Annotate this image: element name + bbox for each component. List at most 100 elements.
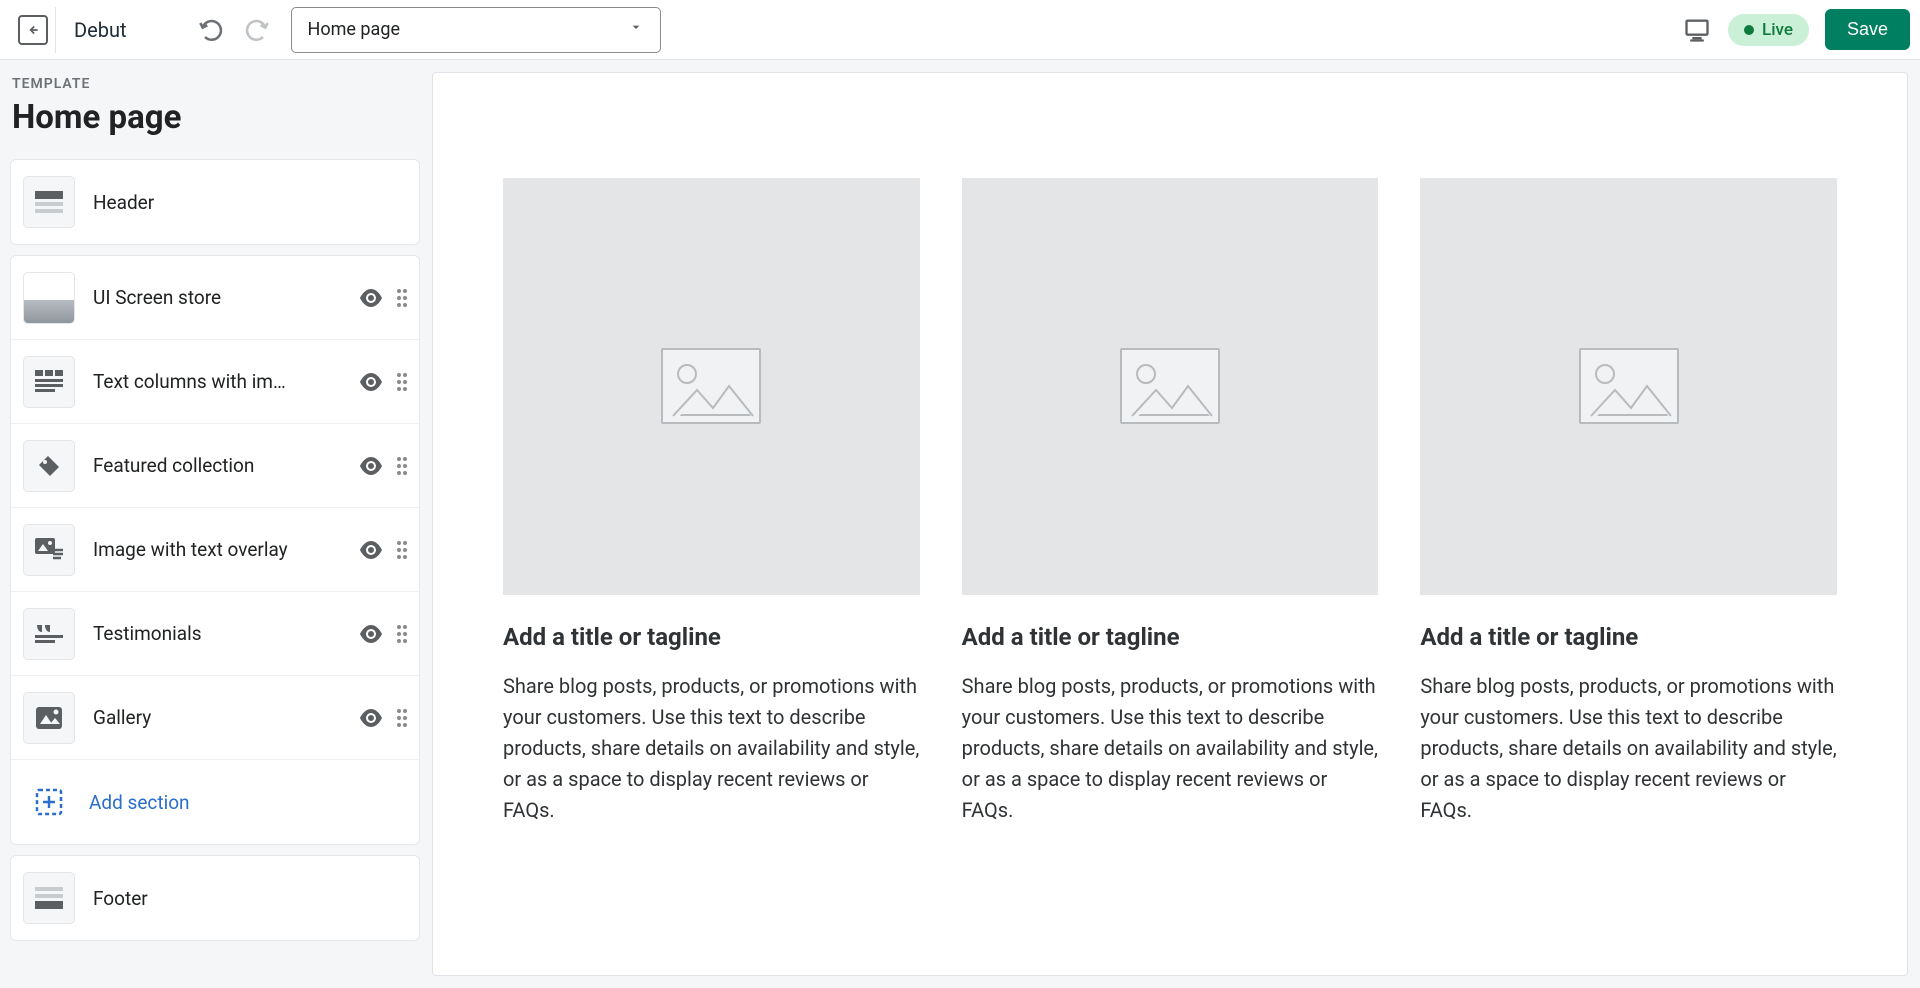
section-row-featured-collection[interactable]: Featured collection <box>11 424 419 508</box>
eye-icon <box>359 373 383 391</box>
drag-dots-icon <box>397 457 407 475</box>
placeholder-image <box>962 178 1379 595</box>
undo-icon <box>198 16 226 44</box>
drag-dots-icon <box>397 373 407 391</box>
placeholder-image <box>1420 178 1837 595</box>
column-text: Share blog posts, products, or promotion… <box>1420 671 1837 826</box>
column-text: Share blog posts, products, or promotion… <box>962 671 1379 826</box>
footer-section-icon <box>23 872 75 924</box>
section-card-body: UI Screen store Text columns with im… <box>10 255 420 845</box>
section-row-gallery[interactable]: Gallery <box>11 676 419 760</box>
visibility-toggle[interactable] <box>359 289 383 307</box>
page-title: Home page <box>10 98 420 137</box>
add-section-icon <box>23 776 75 828</box>
section-row-header[interactable]: Header <box>11 160 419 244</box>
section-row-testimonials[interactable]: Testimonials <box>11 592 419 676</box>
main-layout: TEMPLATE Home page Header UI Screen stor… <box>0 60 1920 988</box>
preview-area: Add a title or tagline Share blog posts,… <box>430 60 1920 988</box>
section-label: Footer <box>93 887 407 910</box>
image-placeholder-icon <box>1120 348 1220 424</box>
undo-redo-group <box>197 15 271 45</box>
template-label: TEMPLATE <box>10 76 420 92</box>
section-row-image-text-overlay[interactable]: Image with text overlay <box>11 508 419 592</box>
section-row-footer[interactable]: Footer <box>11 856 419 940</box>
section-label: Text columns with im… <box>93 370 359 393</box>
visibility-toggle[interactable] <box>359 457 383 475</box>
section-actions <box>359 625 407 643</box>
drag-handle[interactable] <box>397 373 407 391</box>
column-title: Add a title or tagline <box>1420 623 1837 651</box>
column-title: Add a title or tagline <box>503 623 920 651</box>
page-select-value: Home page <box>308 19 400 40</box>
redo-button[interactable] <box>241 15 271 45</box>
section-label: Gallery <box>93 706 359 729</box>
sidebar: TEMPLATE Home page Header UI Screen stor… <box>0 60 430 988</box>
section-actions <box>359 541 407 559</box>
redo-icon <box>242 16 270 44</box>
drag-dots-icon <box>397 541 407 559</box>
section-label: Header <box>93 191 407 214</box>
preview-frame[interactable]: Add a title or tagline Share blog posts,… <box>432 72 1908 976</box>
column-title: Add a title or tagline <box>962 623 1379 651</box>
section-card-footer: Footer <box>10 855 420 941</box>
drag-dots-icon <box>397 625 407 643</box>
live-status-badge: Live <box>1728 14 1809 46</box>
visibility-toggle[interactable] <box>359 625 383 643</box>
drag-handle[interactable] <box>397 457 407 475</box>
section-card-header: Header <box>10 159 420 245</box>
section-row-text-columns[interactable]: Text columns with im… <box>11 340 419 424</box>
drag-handle[interactable] <box>397 625 407 643</box>
undo-button[interactable] <box>197 15 227 45</box>
drag-handle[interactable] <box>397 709 407 727</box>
eye-icon <box>359 289 383 307</box>
drag-handle[interactable] <box>397 541 407 559</box>
drag-dots-icon <box>397 289 407 307</box>
placeholder-image <box>503 178 920 595</box>
add-section-label: Add section <box>89 791 190 814</box>
eye-icon <box>359 457 383 475</box>
text-columns-section: Add a title or tagline Share blog posts,… <box>503 178 1837 826</box>
desktop-preview-button[interactable] <box>1682 16 1712 44</box>
live-label: Live <box>1762 20 1793 40</box>
drag-dots-icon <box>397 709 407 727</box>
section-actions <box>359 457 407 475</box>
top-bar: Debut Home page <box>0 0 1920 60</box>
visibility-toggle[interactable] <box>359 541 383 559</box>
section-thumb-icon <box>23 272 75 324</box>
section-label: Featured collection <box>93 454 359 477</box>
section-actions <box>359 373 407 391</box>
topbar-right: Live Save <box>1682 9 1910 50</box>
section-actions <box>359 289 407 307</box>
back-icon <box>18 15 48 45</box>
back-button[interactable] <box>10 7 56 53</box>
visibility-toggle[interactable] <box>359 709 383 727</box>
image-placeholder-icon <box>661 348 761 424</box>
section-actions <box>359 709 407 727</box>
image-overlay-icon <box>23 524 75 576</box>
chevron-down-icon <box>628 19 644 40</box>
eye-icon <box>359 625 383 643</box>
section-label: Testimonials <box>93 622 359 645</box>
column-text: Share blog posts, products, or promotion… <box>503 671 920 826</box>
featured-collection-icon <box>23 440 75 492</box>
section-label: UI Screen store <box>93 286 359 309</box>
header-section-icon <box>23 176 75 228</box>
topbar-left: Debut Home page <box>10 7 661 53</box>
drag-handle[interactable] <box>397 289 407 307</box>
section-label: Image with text overlay <box>93 538 359 561</box>
preview-column-1: Add a title or tagline Share blog posts,… <box>503 178 920 826</box>
text-columns-icon <box>23 356 75 408</box>
add-section-button[interactable]: Add section <box>11 760 419 844</box>
page-select-dropdown[interactable]: Home page <box>291 7 661 53</box>
image-placeholder-icon <box>1579 348 1679 424</box>
desktop-icon <box>1683 17 1711 43</box>
section-row-ui-screen-store[interactable]: UI Screen store <box>11 256 419 340</box>
testimonials-icon <box>23 608 75 660</box>
theme-name: Debut <box>74 18 127 42</box>
visibility-toggle[interactable] <box>359 373 383 391</box>
preview-column-2: Add a title or tagline Share blog posts,… <box>962 178 1379 826</box>
live-dot-icon <box>1744 25 1754 35</box>
save-button[interactable]: Save <box>1825 9 1910 50</box>
eye-icon <box>359 709 383 727</box>
preview-column-3: Add a title or tagline Share blog posts,… <box>1420 178 1837 826</box>
